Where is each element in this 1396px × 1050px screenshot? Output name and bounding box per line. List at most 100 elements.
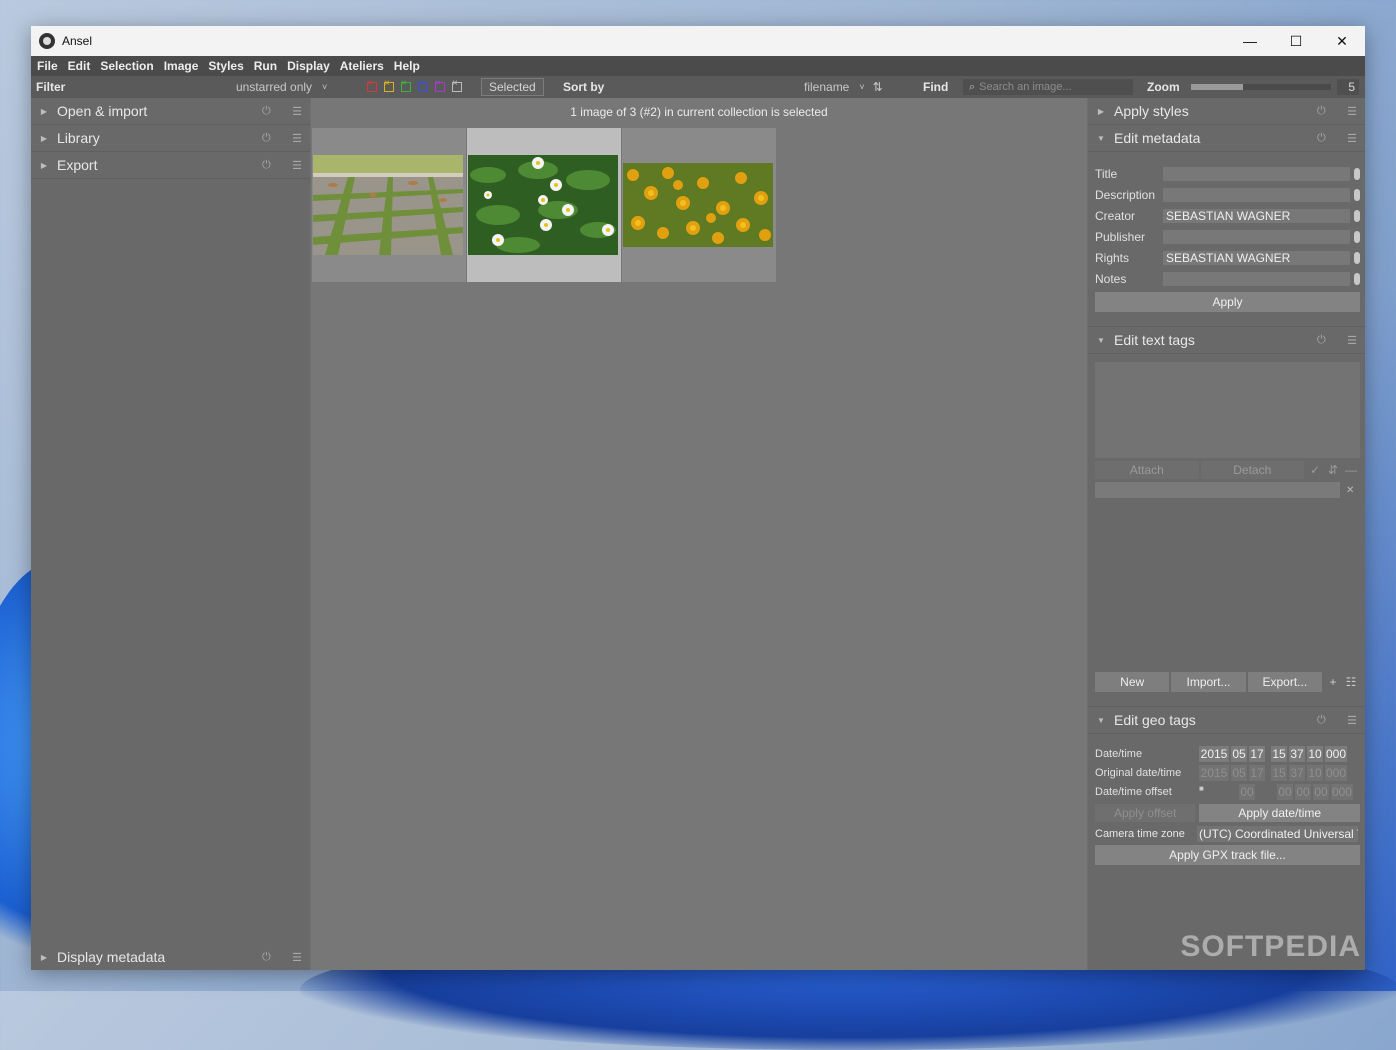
reset-icon[interactable]: ⏻ (262, 159, 271, 172)
visibility-toggle-icon[interactable] (1354, 251, 1360, 264)
reset-icon[interactable]: ⏻ (1317, 105, 1326, 118)
presets-menu-icon[interactable]: ☰ (292, 159, 302, 172)
menu-help[interactable]: Help (389, 59, 425, 73)
module-display-metadata[interactable]: ▶ Display metadata ⏻ ☰ (31, 944, 310, 970)
menu-image[interactable]: Image (159, 59, 204, 73)
module-label: Library (57, 130, 100, 146)
module-apply-styles[interactable]: ▶ Apply styles ⏻ ☰ (1088, 98, 1365, 125)
offset-minute-field[interactable]: 00 (1295, 783, 1311, 800)
visibility-toggle-icon[interactable] (1354, 188, 1360, 201)
yellow-label-icon[interactable] (384, 78, 394, 92)
hour-field[interactable]: 15 (1271, 745, 1287, 762)
attached-tags-list[interactable] (1095, 362, 1360, 458)
presets-menu-icon[interactable]: ☰ (292, 132, 302, 145)
thumbnail-cell[interactable] (622, 128, 776, 282)
import-tags-button[interactable]: Import... (1171, 672, 1246, 692)
thumbnail-cell[interactable] (312, 128, 466, 282)
apply-offset-button[interactable]: Apply offset (1095, 803, 1196, 822)
clear-labels-icon[interactable] (452, 78, 462, 92)
tag-entry-input[interactable] (1095, 482, 1340, 498)
original-hour-field: 15 (1271, 764, 1287, 781)
new-tag-button[interactable]: New (1095, 672, 1170, 692)
red-label-icon[interactable] (367, 78, 377, 92)
module-export[interactable]: ▶ Export ⏻ ☰ (31, 152, 310, 179)
maximize-button[interactable]: ☐ (1273, 26, 1319, 56)
menu-ateliers[interactable]: Ateliers (335, 59, 389, 73)
offset-sign-icon[interactable]: ■ (1199, 784, 1239, 800)
reset-icon[interactable]: ⏻ (262, 132, 271, 145)
visibility-toggle-icon[interactable] (1354, 209, 1360, 222)
apply-datetime-button[interactable]: Apply date/time (1199, 803, 1360, 822)
metadata-creator-field[interactable]: SEBASTIAN WAGNER (1163, 208, 1350, 223)
green-label-icon[interactable] (401, 78, 411, 92)
day-field[interactable]: 17 (1249, 745, 1265, 762)
clear-entry-icon[interactable]: ✕ (1346, 485, 1360, 496)
module-edit-text-tags[interactable]: ▼ Edit text tags ⏻ ☰ (1088, 326, 1365, 354)
tag-dictionary-list[interactable] (1095, 498, 1360, 672)
check-icon[interactable]: ✓ (1306, 463, 1324, 477)
purple-label-icon[interactable] (435, 78, 445, 92)
metadata-title-field[interactable] (1163, 166, 1350, 181)
presets-menu-icon[interactable]: ☰ (1347, 714, 1357, 727)
thumbnail-cell-selected[interactable] (467, 128, 621, 282)
offset-millisecond-field[interactable]: 000 (1331, 783, 1353, 800)
softpedia-watermark: SOFTPEDIA (1180, 930, 1361, 963)
apply-metadata-button[interactable]: Apply (1095, 292, 1360, 312)
plus-icon[interactable]: + (1324, 675, 1342, 689)
module-library[interactable]: ▶ Library ⏻ ☰ (31, 125, 310, 152)
presets-menu-icon[interactable]: ☰ (1347, 334, 1357, 347)
minus-icon[interactable]: — (1342, 463, 1360, 477)
presets-menu-icon[interactable]: ☰ (292, 105, 302, 118)
reset-icon[interactable]: ⏻ (1317, 132, 1326, 145)
module-open-import[interactable]: ▶ Open & import ⏻ ☰ (31, 98, 310, 125)
zoom-value-field[interactable]: 5 (1337, 79, 1359, 95)
visibility-toggle-icon[interactable] (1354, 272, 1360, 285)
sort-icon[interactable]: ⇵ (1324, 463, 1342, 477)
filter-dropdown[interactable]: unstarred only ˅ (236, 76, 327, 98)
zoom-slider[interactable] (1191, 84, 1331, 90)
reset-icon[interactable]: ⏻ (1317, 334, 1326, 347)
close-button[interactable]: ✕ (1319, 26, 1365, 56)
module-edit-metadata[interactable]: ▼ Edit metadata ⏻ ☰ (1088, 125, 1365, 152)
visibility-toggle-icon[interactable] (1354, 230, 1360, 243)
sort-dropdown[interactable]: filename ˅ ⇅ (804, 76, 883, 98)
month-field[interactable]: 05 (1231, 745, 1247, 762)
second-field[interactable]: 10 (1307, 745, 1323, 762)
presets-menu-icon[interactable]: ☰ (292, 951, 302, 964)
menu-run[interactable]: Run (249, 59, 282, 73)
menu-file[interactable]: File (31, 59, 63, 73)
offset-hour-field[interactable]: 00 (1277, 783, 1293, 800)
search-input[interactable]: ⌕ Search an image... (963, 79, 1133, 95)
offset-second-field[interactable]: 00 (1313, 783, 1329, 800)
metadata-publisher-field[interactable] (1163, 229, 1350, 244)
menu-edit[interactable]: Edit (63, 59, 96, 73)
presets-menu-icon[interactable]: ☰ (1347, 105, 1357, 118)
module-edit-geo-tags[interactable]: ▼ Edit geo tags ⏻ ☰ (1088, 706, 1365, 734)
menu-styles[interactable]: Styles (203, 59, 248, 73)
presets-menu-icon[interactable]: ☰ (1347, 132, 1357, 145)
detach-button[interactable]: Detach (1200, 461, 1304, 479)
minute-field[interactable]: 37 (1289, 745, 1305, 762)
menu-selection[interactable]: Selection (95, 59, 158, 73)
tree-view-icon[interactable]: ☷ (1342, 675, 1360, 689)
metadata-rights-field[interactable]: SEBASTIAN WAGNER (1163, 250, 1350, 265)
offset-day-field[interactable]: 00 (1239, 783, 1255, 800)
metadata-notes-field[interactable] (1163, 271, 1350, 286)
minimize-button[interactable]: — (1227, 26, 1273, 56)
year-field[interactable]: 2015 (1199, 745, 1229, 762)
blue-label-icon[interactable] (418, 78, 428, 92)
sort-order-icon[interactable]: ⇅ (873, 80, 883, 94)
attach-button[interactable]: Attach (1095, 461, 1199, 479)
reset-icon[interactable]: ⏻ (1317, 714, 1326, 727)
timezone-dropdown[interactable]: (UTC) Coordinated Universal Ti (1197, 825, 1358, 842)
millisecond-field[interactable]: 000 (1325, 745, 1347, 762)
reset-icon[interactable]: ⏻ (262, 951, 271, 964)
visibility-toggle-icon[interactable] (1354, 167, 1360, 180)
menu-display[interactable]: Display (282, 59, 335, 73)
geo-timezone-row: Camera time zone (UTC) Coordinated Unive… (1095, 824, 1360, 843)
selected-toggle-button[interactable]: Selected (481, 78, 544, 96)
reset-icon[interactable]: ⏻ (262, 105, 271, 118)
export-tags-button[interactable]: Export... (1247, 672, 1322, 692)
apply-gpx-button[interactable]: Apply GPX track file... (1095, 845, 1360, 865)
metadata-description-field[interactable] (1163, 187, 1350, 202)
